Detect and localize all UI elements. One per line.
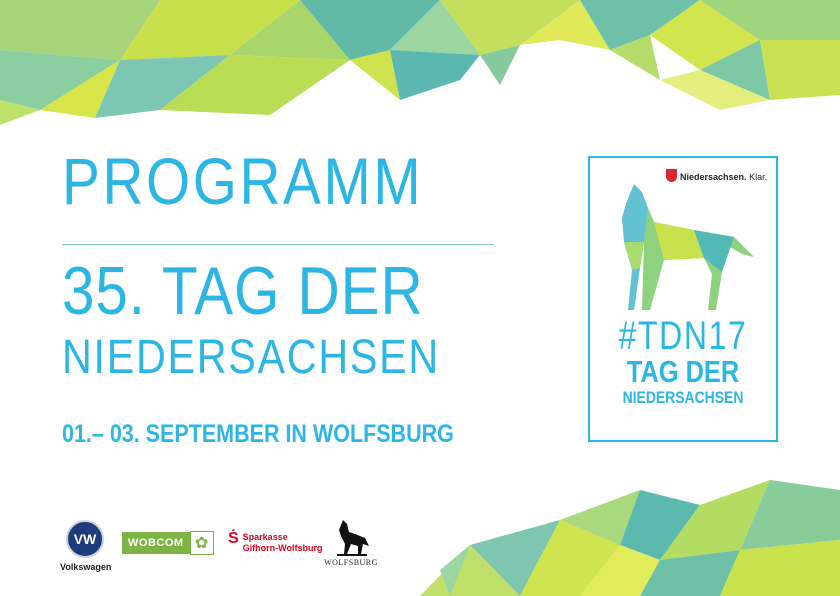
sponsor-sparkasse: Ṡ Sparkasse Gifhorn-Wolfsburg — [228, 530, 323, 554]
badge-event-line-1: TAG DER — [626, 354, 740, 389]
sparkasse-logo-icon: Ṡ — [228, 530, 239, 547]
sponsor-name: Volkswagen — [60, 562, 112, 572]
hashtag: #TDN17 — [618, 314, 748, 358]
sponsor-volkswagen: VW Volkswagen — [60, 520, 112, 572]
polygon-wolf-icon — [622, 184, 754, 310]
niedersachsen-brand: Niedersachsen. Klar. — [680, 172, 768, 182]
date-location: 01.– 03. SEPTEMBER IN WOLFSBURG — [62, 420, 454, 448]
sponsor-name: WOLFSBURG — [324, 558, 378, 567]
howling-wolf-icon — [337, 520, 369, 556]
headline-line-1: 35. TAG DER — [62, 253, 424, 329]
page-title: PROGRAMM — [62, 144, 424, 218]
top-polygon-band — [0, 0, 840, 125]
wobcom-logo-icon: ✿ — [189, 531, 214, 555]
sponsor-name: Sparkasse Gifhorn-Wolfsburg — [242, 532, 323, 553]
sponsor-name: WOBCOM — [122, 532, 190, 554]
vw-logo-icon: VW — [66, 520, 104, 558]
event-badge: Niedersachsen. Klar. #TDN17 TAG DER NIED… — [588, 156, 778, 442]
title-divider — [62, 244, 494, 245]
headline-line-2: NIEDERSACHSEN — [62, 331, 440, 384]
badge-event-line-2: NIEDERSACHSEN — [622, 388, 744, 407]
lower-saxony-crest-icon — [666, 169, 677, 182]
event-headline: 35. TAG DER NIEDERSACHSEN — [62, 255, 440, 387]
sponsor-wobcom: WOBCOM ✿ — [122, 531, 214, 555]
program-cover: PROGRAMM 35. TAG DER NIEDERSACHSEN 01.– … — [0, 0, 840, 596]
sponsor-wolfsburg: WOLFSBURG — [322, 520, 380, 567]
